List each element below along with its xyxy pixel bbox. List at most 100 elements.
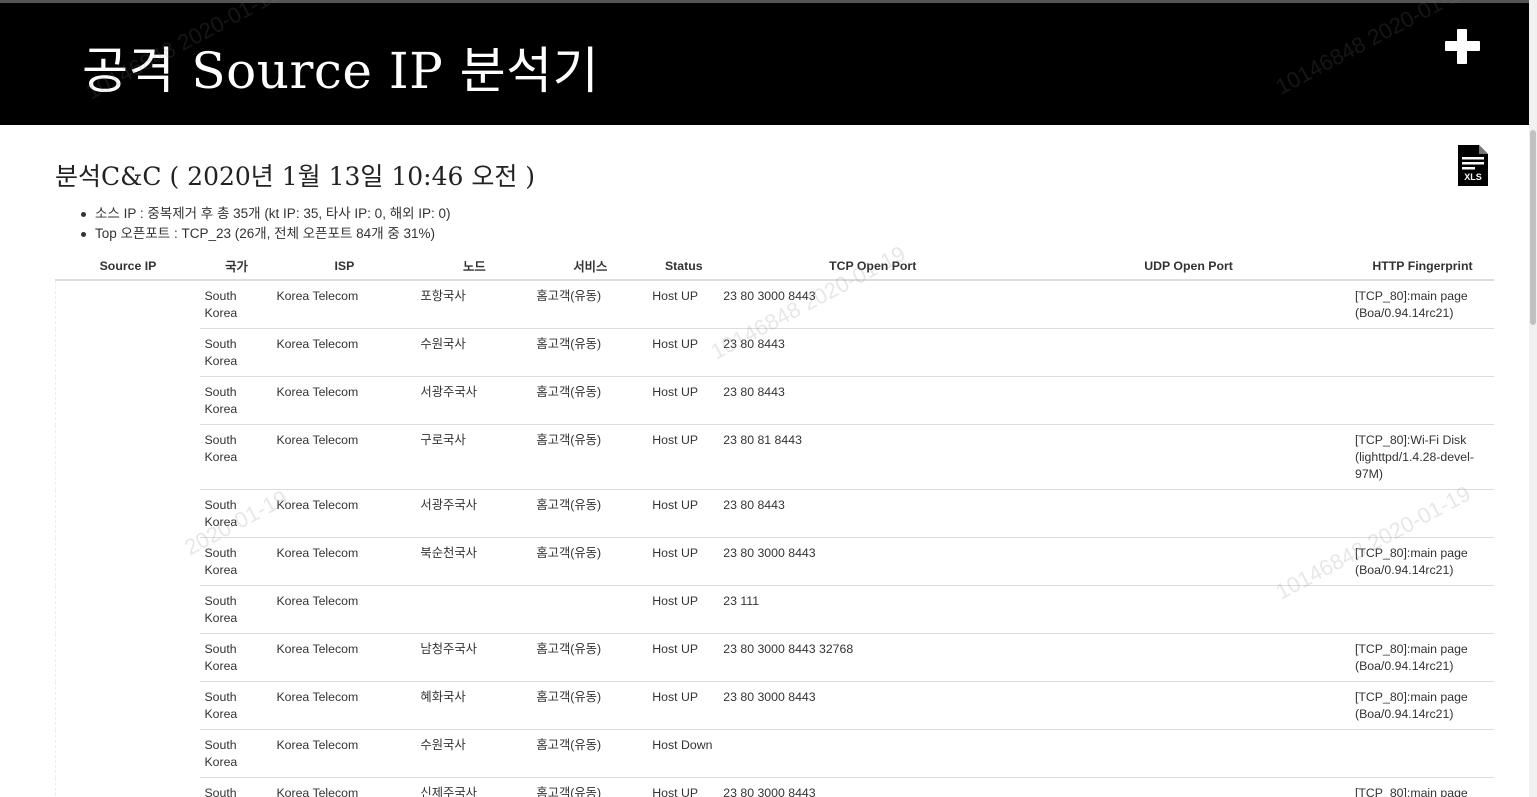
- col-source-ip[interactable]: Source IP: [55, 253, 201, 281]
- tcp-port-cell: 23 80 3000 8443 32768: [719, 633, 1027, 682]
- udp-port-cell: [1026, 489, 1351, 538]
- country-cell: South Korea: [200, 777, 273, 797]
- table-row[interactable]: South Korea Korea Telecom 서광주국사 홈고객(유동) Host…: [55, 376, 1494, 425]
- node-cell: 서광주국사: [416, 376, 533, 425]
- udp-port-cell: [1026, 681, 1351, 730]
- table-row[interactable]: South Korea Korea Telecom 서광주국사 홈고객(유동) Host…: [55, 489, 1494, 538]
- tcp-port-cell: 23 80 3000 8443: [719, 777, 1027, 797]
- udp-port-cell: [1026, 376, 1351, 425]
- udp-port-cell: [1026, 585, 1351, 634]
- http-fingerprint-cell: [TCP_80]:main page (Boa/0.94.14rc21): [1350, 279, 1494, 329]
- service-cell: 홈고객(유동): [532, 681, 649, 730]
- http-fingerprint-cell: [1350, 489, 1494, 538]
- summary-source-ip: 소스 IP : 중복제거 후 총 35개 (kt IP: 35, 타사 IP: …: [81, 204, 451, 224]
- table-row[interactable]: South Korea Korea Telecom 남청주국사 홈고객(유동) Host…: [55, 633, 1494, 682]
- isp-cell: Korea Telecom: [272, 537, 417, 586]
- isp-cell: Korea Telecom: [272, 729, 417, 778]
- isp-cell: Korea Telecom: [272, 489, 417, 538]
- scrollbar[interactable]: [1529, 0, 1537, 797]
- status-cell: Host UP: [648, 279, 720, 329]
- table-row[interactable]: South Korea Korea Telecom 수원국사 홈고객(유동) Host …: [55, 328, 1494, 377]
- http-fingerprint-cell: [TCP_80]:main page (Boa/0.94.14rc21): [1350, 633, 1494, 682]
- status-cell: Host UP: [648, 424, 720, 490]
- country-cell: South Korea: [200, 681, 273, 730]
- results-table: Source IP 국가 ISP 노드 서비스 Status TCP Open …: [55, 253, 1494, 797]
- source-ip-cell: [55, 633, 201, 682]
- col-isp[interactable]: ISP: [272, 253, 417, 281]
- service-cell: 홈고객(유동): [532, 328, 649, 377]
- status-cell: Host UP: [648, 537, 720, 586]
- source-ip-cell: [55, 489, 201, 538]
- country-cell: South Korea: [200, 279, 273, 329]
- col-service[interactable]: 서비스: [532, 253, 649, 281]
- node-cell: 서광주국사: [416, 489, 533, 538]
- table-row[interactable]: South KoreaKorea Telecom신제주국사홈고객(유동)Host…: [55, 777, 1494, 797]
- col-tcp-open-port[interactable]: TCP Open Port: [719, 253, 1027, 281]
- node-cell: [416, 585, 533, 634]
- country-cell: South Korea: [200, 376, 273, 425]
- table-row[interactable]: South Korea Korea Telecom Host UP 23 111: [55, 585, 1494, 634]
- node-cell: 구로국사: [416, 424, 533, 490]
- plus-icon[interactable]: [1445, 29, 1480, 64]
- isp-cell: Korea Telecom: [272, 376, 417, 425]
- isp-cell: Korea Telecom: [272, 279, 417, 329]
- status-cell: Host UP: [648, 777, 720, 797]
- country-cell: South Korea: [200, 537, 273, 586]
- table-row[interactable]: South Korea Korea Telecom 혜화국사 홈고객(유동) Host …: [55, 681, 1494, 730]
- isp-cell: Korea Telecom: [272, 585, 417, 634]
- tcp-port-cell: 23 80 8443: [719, 489, 1027, 538]
- http-fingerprint-cell: [TCP_80]:main page (Boa/0.94.14rc21): [1350, 681, 1494, 730]
- status-cell: Host Down: [648, 729, 720, 778]
- status-cell: Host UP: [648, 681, 720, 730]
- node-cell: 포항국사: [416, 279, 533, 329]
- udp-port-cell: [1026, 633, 1351, 682]
- service-cell: 홈고객(유동): [532, 424, 649, 490]
- col-status[interactable]: Status: [648, 253, 720, 281]
- status-cell: Host UP: [648, 633, 720, 682]
- source-ip-cell: [55, 777, 201, 797]
- service-cell: 홈고객(유동): [532, 279, 649, 329]
- col-udp-open-port[interactable]: UDP Open Port: [1026, 253, 1351, 281]
- isp-cell: Korea Telecom: [272, 424, 417, 490]
- status-cell: Host UP: [648, 328, 720, 377]
- http-fingerprint-cell: [TCP_80]:main page (Boa/0.94.14rc21): [1350, 777, 1494, 797]
- table-header-row: Source IP 국가 ISP 노드 서비스 Status TCP Open …: [55, 253, 1494, 281]
- col-country[interactable]: 국가: [200, 253, 273, 281]
- country-cell: South Korea: [200, 489, 273, 538]
- tcp-port-cell: 23 80 8443: [719, 376, 1027, 425]
- summary-top-port: Top 오픈포트 : TCP_23 (26개, 전체 오픈포트 84개 중 31…: [81, 224, 451, 244]
- udp-port-cell: [1026, 424, 1351, 490]
- node-cell: 신제주국사: [416, 777, 533, 797]
- col-node[interactable]: 노드: [416, 253, 533, 281]
- app-header: 공격 Source IP 분석기: [0, 0, 1537, 125]
- table-row[interactable]: South Korea Korea Telecom 포항국사 홈고객(유동) Host …: [55, 279, 1494, 329]
- table-row[interactable]: South Korea Korea Telecom 북순천국사 홈고객(유동) Host…: [55, 537, 1494, 586]
- table-row[interactable]: South Korea Korea Telecom 수원국사 홈고객(유동) Host …: [55, 729, 1494, 778]
- scrollbar-thumb[interactable]: [1530, 130, 1536, 325]
- service-cell: 홈고객(유동): [532, 489, 649, 538]
- tcp-port-cell: 23 80 3000 8443: [719, 681, 1027, 730]
- udp-port-cell: [1026, 777, 1351, 797]
- summary-list: 소스 IP : 중복제거 후 총 35개 (kt IP: 35, 타사 IP: …: [81, 204, 451, 244]
- node-cell: 수원국사: [416, 729, 533, 778]
- status-cell: Host UP: [648, 489, 720, 538]
- http-fingerprint-cell: [1350, 585, 1494, 634]
- table-row[interactable]: South Korea Korea Telecom 구로국사 홈고객(유동) Host …: [55, 424, 1494, 490]
- tcp-port-cell: 23 80 8443: [719, 328, 1027, 377]
- service-cell: [532, 585, 649, 634]
- source-ip-cell: [55, 585, 201, 634]
- country-cell: South Korea: [200, 729, 273, 778]
- status-cell: Host UP: [648, 376, 720, 425]
- node-cell: 남청주국사: [416, 633, 533, 682]
- col-http-fingerprint[interactable]: HTTP Fingerprint: [1350, 253, 1494, 281]
- service-cell: 홈고객(유동): [532, 537, 649, 586]
- source-ip-cell: [55, 681, 201, 730]
- svg-text:XLS: XLS: [1464, 172, 1482, 182]
- isp-cell: Korea Telecom: [272, 328, 417, 377]
- xls-file-icon[interactable]: XLS: [1458, 145, 1488, 186]
- isp-cell: Korea Telecom: [272, 633, 417, 682]
- country-cell: South Korea: [200, 585, 273, 634]
- tcp-port-cell: 23 80 3000 8443: [719, 537, 1027, 586]
- node-cell: 혜화국사: [416, 681, 533, 730]
- source-ip-cell: [55, 376, 201, 425]
